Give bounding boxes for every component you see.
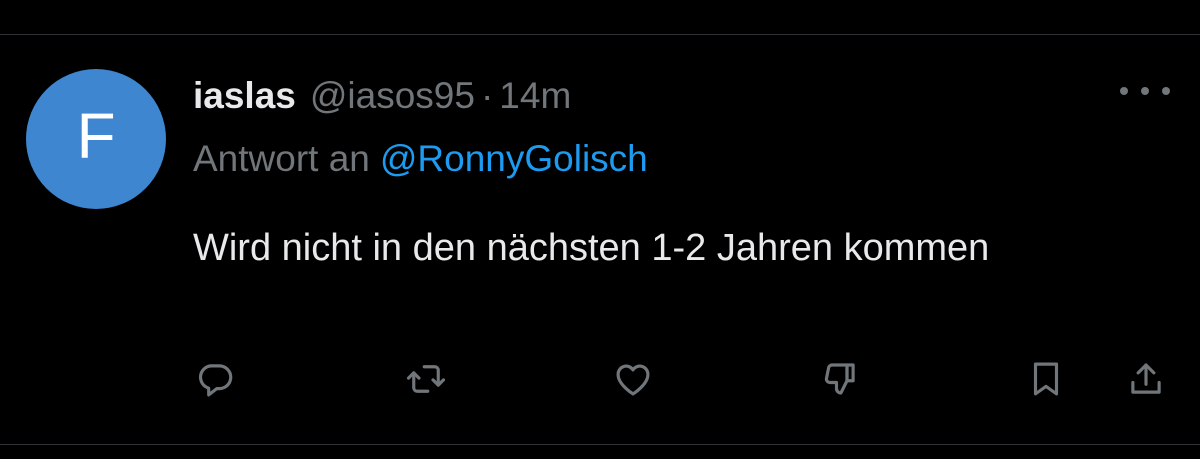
like-heart-icon — [616, 364, 650, 396]
reply-mention-link[interactable]: @RonnyGolisch — [380, 138, 648, 179]
more-dot-icon — [1120, 87, 1128, 95]
reply-prefix: Antwort an — [193, 138, 370, 179]
more-options-button[interactable] — [1120, 78, 1170, 104]
action-bar — [0, 355, 1200, 405]
tweet-timestamp[interactable]: 14m — [499, 75, 571, 117]
reply-icon — [198, 364, 233, 397]
more-dot-icon — [1141, 87, 1149, 95]
retweet-icon — [406, 365, 446, 393]
avatar-letter: F — [76, 100, 116, 172]
bottom-divider — [0, 444, 1200, 445]
like-button[interactable] — [609, 355, 657, 403]
tweet-card[interactable]: F iaslas @iasos95 · 14m Antwort an @Ronny… — [0, 0, 1200, 409]
tweet-header: iaslas @iasos95 · 14m — [193, 75, 571, 119]
retweet-button[interactable] — [402, 355, 450, 403]
share-button[interactable] — [1122, 355, 1170, 403]
reply-context: Antwort an @RonnyGolisch — [193, 138, 648, 180]
author-display-name[interactable]: iaslas — [193, 75, 296, 117]
more-dot-icon — [1162, 87, 1170, 95]
share-icon — [1131, 363, 1161, 394]
bookmark-icon — [1033, 362, 1059, 396]
avatar[interactable]: F — [26, 69, 166, 209]
dislike-button[interactable] — [816, 355, 864, 403]
dislike-icon — [824, 363, 855, 395]
separator-dot: · — [480, 75, 494, 116]
tweet-text: Wird nicht in den nächsten 1-2 Jahren ko… — [193, 227, 990, 269]
reply-button[interactable] — [191, 355, 239, 403]
bookmark-button[interactable] — [1022, 355, 1070, 403]
author-handle[interactable]: @iasos95 — [310, 75, 475, 117]
